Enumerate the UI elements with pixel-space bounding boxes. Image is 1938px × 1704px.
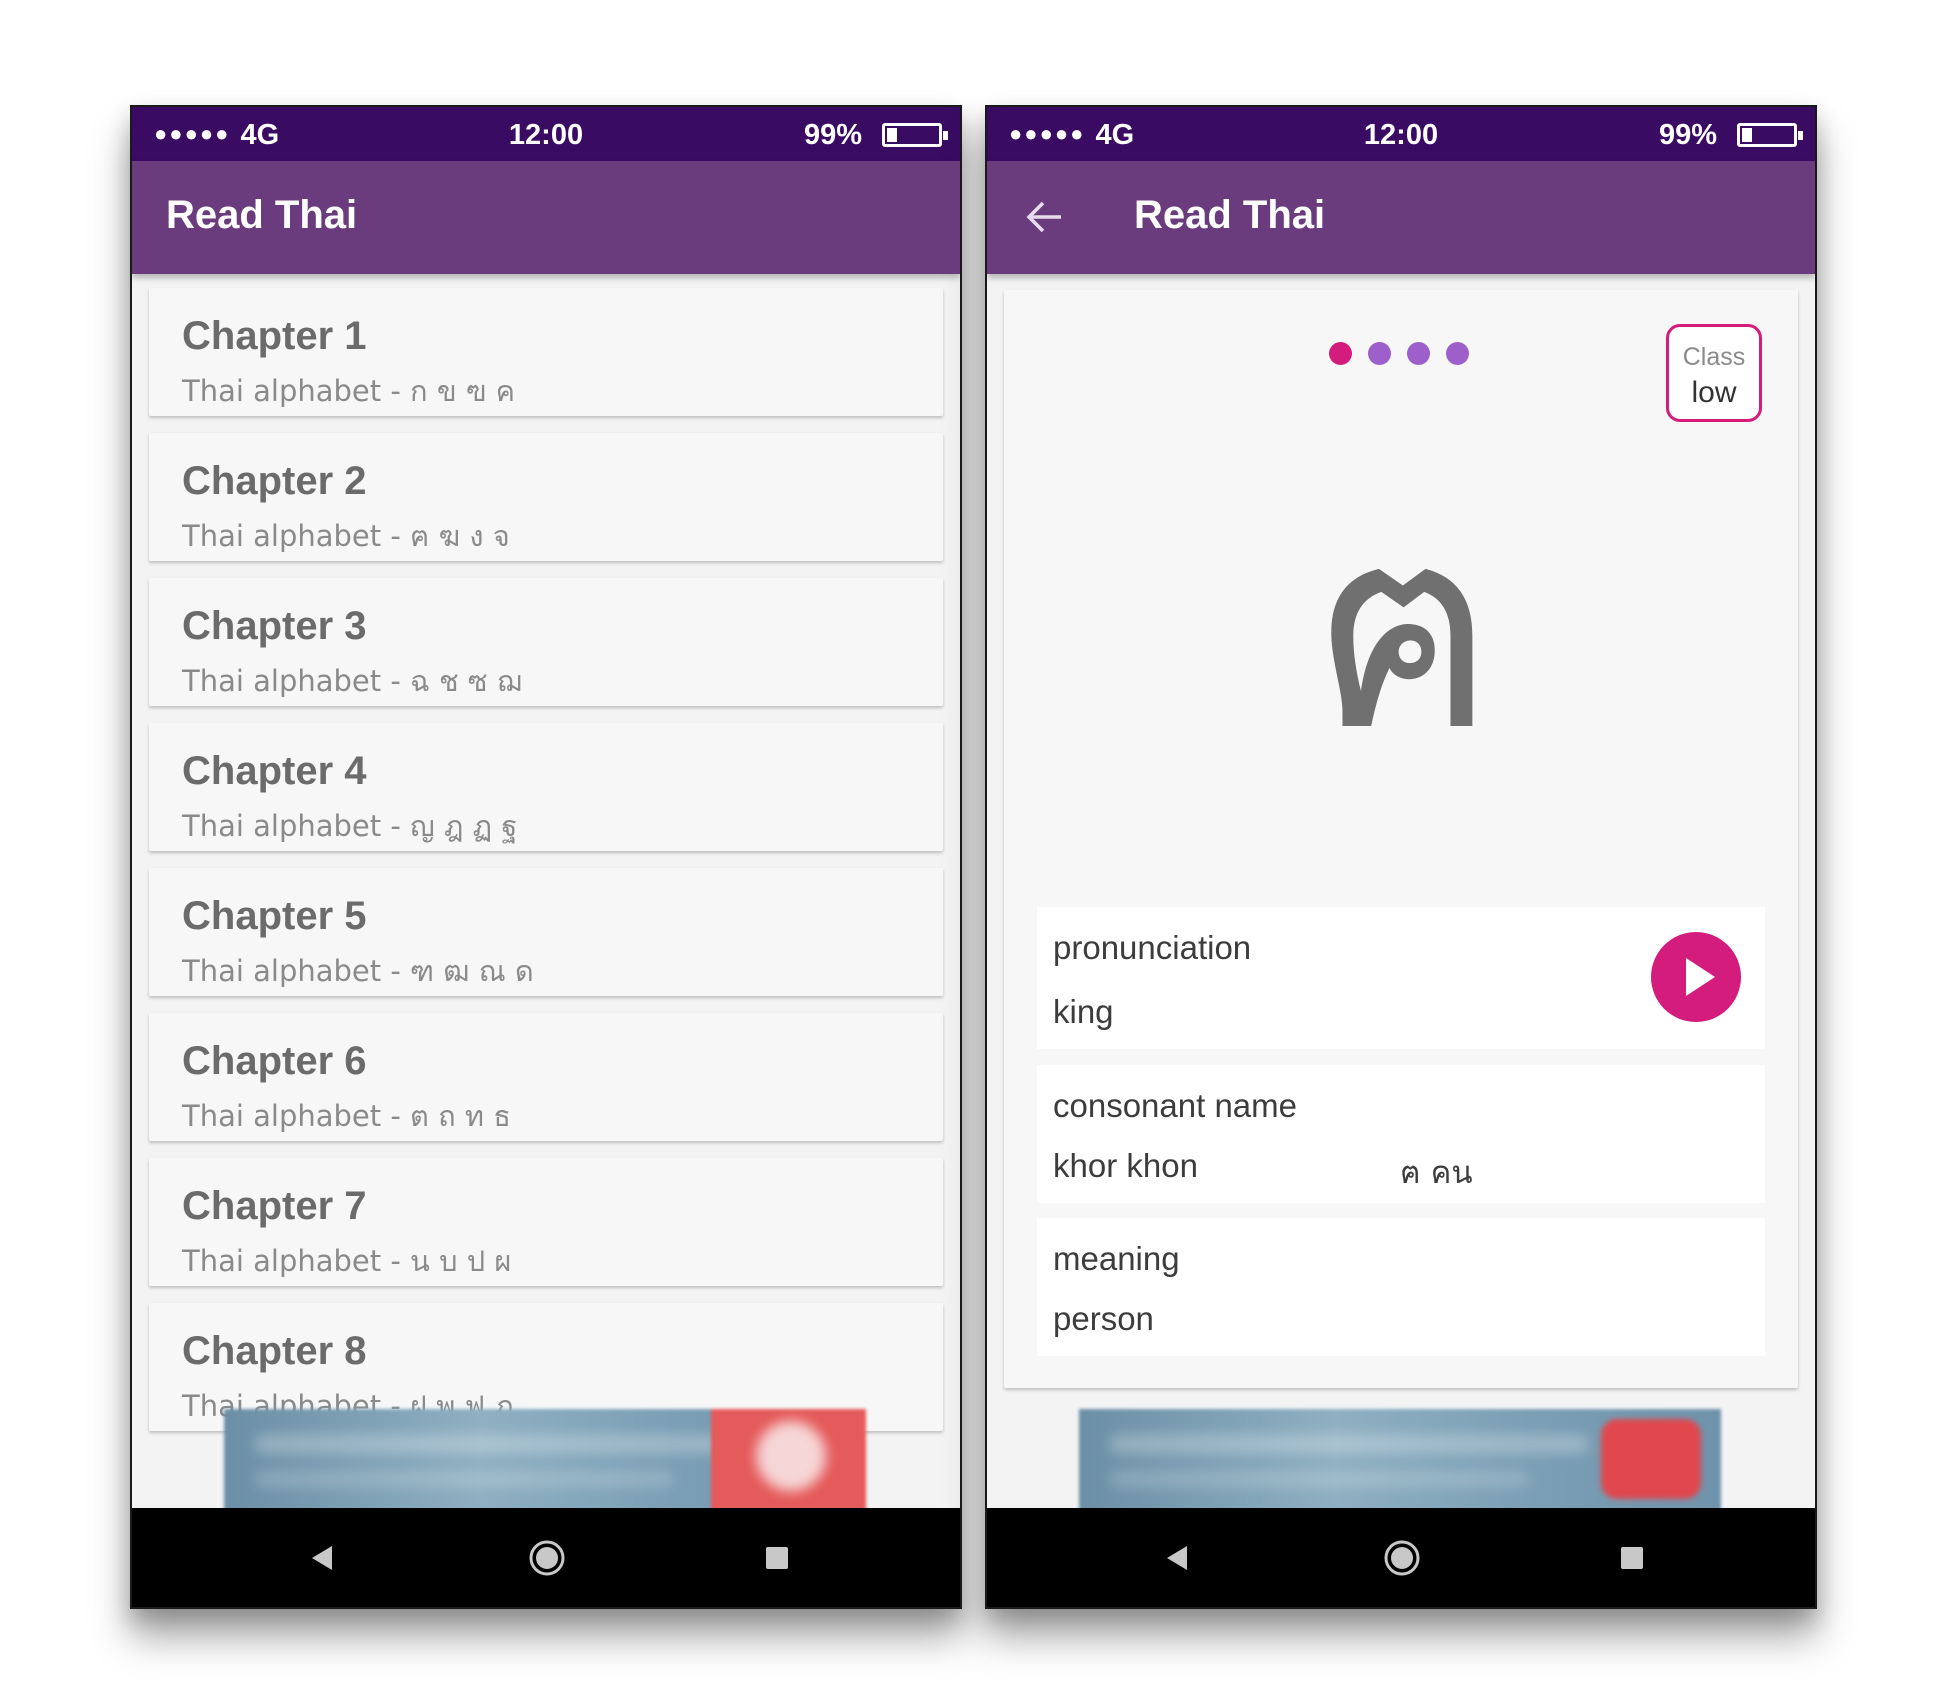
pronunciation-label: pronunciation [1053,929,1252,966]
app-title: Read Thai [166,193,358,237]
ad-banner[interactable] [224,1409,866,1518]
battery-percent: 99% [803,119,862,151]
square-recent-icon[interactable] [752,1533,802,1583]
play-audio-button[interactable] [1651,932,1741,1022]
chapter-subtitle: Thai alphabet - ฅ ฆ ง จ [182,519,510,553]
chapter-subtitle: Thai alphabet - ฉ ช ซ ฌ [182,664,522,698]
chapter-list[interactable]: Chapter 1 Thai alphabet - ก ข ฃ ค Chapte… [132,274,960,1508]
chapter-card-1[interactable]: Chapter 1 Thai alphabet - ก ข ฃ ค [149,288,943,416]
consonant-name-value: khor khon [1053,1147,1198,1184]
pronunciation-row: pronunciation king [1037,907,1765,1049]
consonant-name-thai: ฅ คน [1400,1155,1473,1191]
chapter-card-3[interactable]: Chapter 3 Thai alphabet - ฉ ช ซ ฌ [149,578,943,706]
chapter-subtitle: Thai alphabet - น บ ป ผ [182,1244,512,1278]
consonant-name-label: consonant name [1053,1087,1298,1124]
chapter-card-5[interactable]: Chapter 5 Thai alphabet - ฑ ฒ ณ ด [149,868,943,996]
play-icon [1686,958,1715,996]
app-title: Read Thai [1134,193,1326,237]
chapter-subtitle: Thai alphabet - ต ถ ท ธ [182,1099,511,1133]
class-label: Class [1682,343,1746,371]
page-indicator [1329,342,1485,368]
consonant-name-row: consonant name khor khon ฅ คน [1037,1065,1765,1203]
chapter-subtitle: Thai alphabet - ก ข ฃ ค [182,374,516,408]
circle-home-icon[interactable] [1377,1533,1427,1583]
system-nav-bar [132,1508,960,1607]
class-value: low [1691,376,1737,409]
app-bar: Read Thai [132,161,960,274]
arrow-left-icon[interactable] [1023,197,1067,237]
square-recent-icon[interactable] [1607,1533,1657,1583]
chapter-title: Chapter 8 [182,1329,367,1373]
chapter-subtitle: Thai alphabet - ฑ ฒ ณ ด [182,954,534,988]
page-dot[interactable] [1407,342,1430,365]
pronunciation-value: king [1053,993,1114,1030]
chapter-title: Chapter 6 [182,1039,367,1083]
system-nav-bar [987,1508,1815,1607]
meaning-value: person [1053,1300,1154,1337]
chapter-title: Chapter 2 [182,459,367,503]
chapter-card-6[interactable]: Chapter 6 Thai alphabet - ต ถ ท ธ [149,1013,943,1141]
chapter-title: Chapter 5 [182,894,367,938]
chapter-title: Chapter 3 [182,604,367,648]
app-bar: Read Thai [987,161,1815,274]
chapter-card-2[interactable]: Chapter 2 Thai alphabet - ฅ ฆ ง จ [149,433,943,561]
triangle-back-icon[interactable] [298,1533,348,1583]
thai-letter: ฅ [1310,467,1498,793]
chapter-title: Chapter 7 [182,1184,367,1228]
battery-icon [1737,123,1803,147]
chapter-card-4[interactable]: Chapter 4 Thai alphabet - ญ ฎ ฏ ฐ [149,723,943,851]
chapter-subtitle: Thai alphabet - ญ ฎ ฏ ฐ [182,809,518,843]
phone-letter-detail: ●●●●● 4G 12:00 99% Read Thai Class low ฅ … [985,105,1817,1609]
status-bar: ●●●●● 4G 12:00 99% [987,107,1815,161]
meaning-label: meaning [1053,1240,1180,1277]
page-dot[interactable] [1368,342,1391,365]
meaning-row: meaning person [1037,1218,1765,1356]
class-badge: Class low [1666,324,1762,422]
chapter-card-7[interactable]: Chapter 7 Thai alphabet - น บ ป ผ [149,1158,943,1286]
battery-icon [882,123,948,147]
chapter-title: Chapter 1 [182,314,367,358]
page-dot[interactable] [1446,342,1469,365]
letter-card: Class low ฅ pronunciation king consonant… [1004,290,1798,1388]
status-bar: ●●●●● 4G 12:00 99% [132,107,960,161]
triangle-back-icon[interactable] [1153,1533,1203,1583]
circle-home-icon[interactable] [522,1533,572,1583]
battery-percent: 99% [1658,119,1717,151]
ad-banner[interactable] [1079,1409,1721,1518]
page-dot-active[interactable] [1329,342,1352,365]
chapter-title: Chapter 4 [182,749,367,793]
phone-chapter-list: ●●●●● 4G 12:00 99% Read Thai Chapter 1 Th… [130,105,962,1609]
